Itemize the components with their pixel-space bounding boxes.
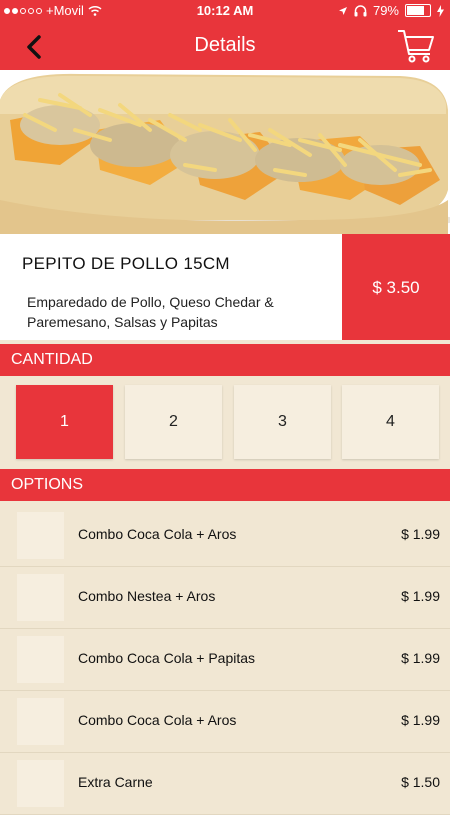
cart-icon[interactable]	[396, 26, 436, 66]
quantity-selector: 1 2 3 4	[0, 381, 450, 466]
product-name: PEPITO DE POLLO 15CM	[22, 254, 230, 273]
quantity-header: CANTIDAD	[0, 344, 450, 376]
option-row[interactable]: Combo Coca Cola + Aros $ 1.99	[0, 691, 450, 753]
battery-percent: 79%	[372, 3, 399, 18]
product-info: PEPITO DE POLLO 15CM Emparedado de Pollo…	[0, 234, 342, 340]
charging-icon	[437, 4, 444, 17]
options-list: Combo Coca Cola + Aros $ 1.99 Combo Nest…	[0, 505, 450, 815]
product-description: Emparedado de Pollo, Queso Chedar & Pare…	[27, 294, 274, 330]
battery-fill	[407, 6, 425, 15]
quantity-option-3[interactable]: 3	[234, 385, 331, 459]
option-name: Combo Coca Cola + Aros	[78, 526, 237, 542]
quantity-option-1[interactable]: 1	[16, 385, 113, 459]
battery-icon	[405, 4, 431, 17]
option-price: $ 1.99	[401, 712, 440, 728]
quantity-option-4[interactable]: 4	[342, 385, 439, 459]
option-row[interactable]: Combo Coca Cola + Aros $ 1.99	[0, 505, 450, 567]
option-row[interactable]: Combo Nestea + Aros $ 1.99	[0, 567, 450, 629]
option-price: $ 1.99	[401, 526, 440, 542]
option-thumbnail	[17, 698, 64, 745]
page-title: Details	[194, 34, 256, 56]
option-thumbnail	[17, 512, 64, 559]
option-row[interactable]: Combo Coca Cola + Papitas $ 1.99	[0, 629, 450, 691]
quantity-header-label: CANTIDAD	[11, 351, 93, 368]
location-icon	[338, 6, 347, 15]
product-price: $ 3.50	[372, 278, 420, 297]
options-header: OPTIONS	[0, 469, 450, 501]
option-name: Combo Coca Cola + Papitas	[78, 650, 256, 666]
quantity-option-2[interactable]: 2	[125, 385, 222, 459]
option-thumbnail	[17, 574, 64, 621]
sandwich-image	[0, 70, 450, 234]
product-price-box: $ 3.50	[342, 234, 450, 340]
status-bar: +Movil 10:12 AM 79%	[0, 0, 450, 22]
headphones-icon	[354, 4, 367, 16]
option-row[interactable]: Extra Carne $ 1.50	[0, 753, 450, 815]
option-price: $ 1.99	[401, 588, 440, 604]
option-thumbnail	[17, 636, 64, 683]
nav-bar: Details	[0, 22, 450, 70]
option-name: Combo Nestea + Aros	[78, 588, 216, 604]
option-price: $ 1.50	[401, 774, 440, 790]
options-header-label: OPTIONS	[11, 476, 84, 493]
status-right: 79%	[338, 3, 444, 18]
option-name: Extra Carne	[78, 774, 153, 790]
option-price: $ 1.99	[401, 650, 440, 666]
option-name: Combo Coca Cola + Aros	[78, 712, 237, 728]
product-image	[0, 70, 450, 234]
